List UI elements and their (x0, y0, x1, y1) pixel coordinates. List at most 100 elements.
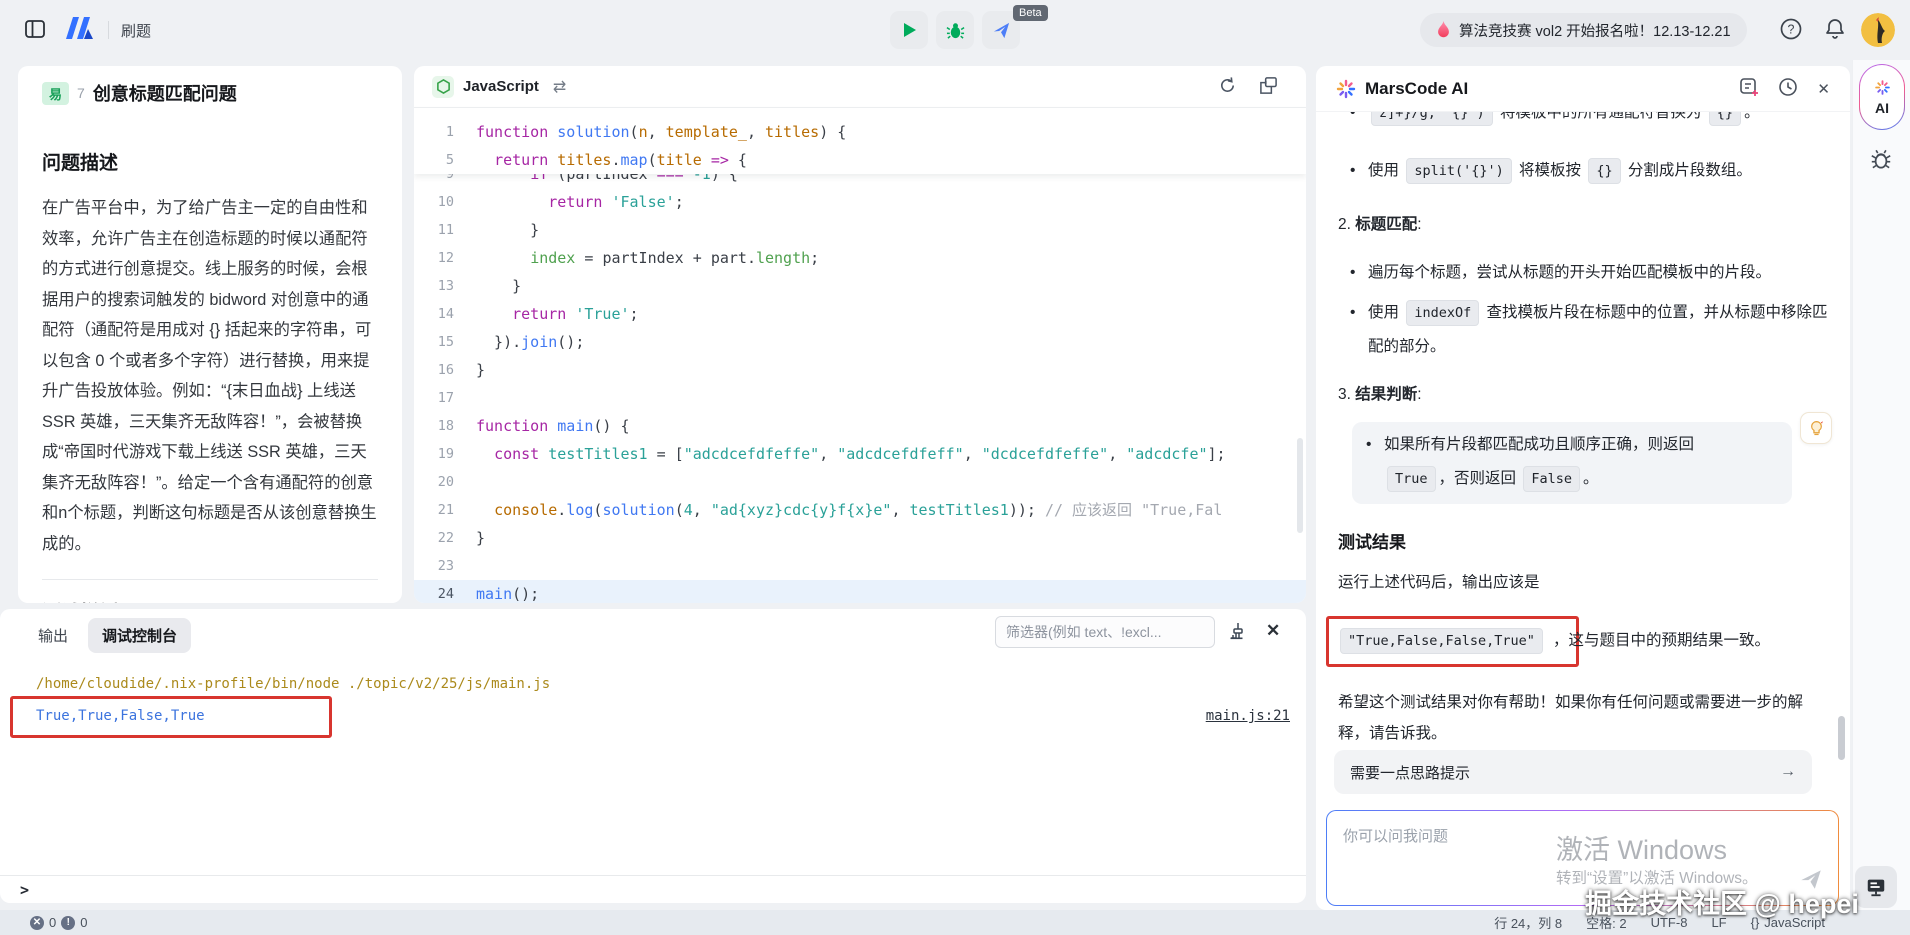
cursor-position[interactable]: 行 24，列 8 (1494, 913, 1562, 932)
reset-code-icon[interactable] (1218, 76, 1237, 98)
samples-heading: 测试样例 (42, 598, 378, 603)
ai-message-line: 使用 indexOf 查找模板片段在标题中的位置，并从标题中移除匹配的部分。 (1338, 296, 1828, 364)
sparkle-icon (1336, 79, 1356, 99)
nav-brushing-questions[interactable]: 刷题 (121, 20, 151, 41)
javascript-file-icon (432, 76, 454, 98)
history-icon[interactable] (1778, 77, 1798, 101)
code-line-1[interactable]: 1function solution(n, template_, titles)… (414, 118, 1306, 146)
code-area[interactable]: 1function solution(n, template_, titles)… (414, 108, 1306, 603)
ai-panel-title: MarsCode AI (1365, 79, 1468, 99)
line-number: 5 (424, 146, 476, 174)
console-command: /home/cloudide/.nix-profile/bin/node ./t… (36, 673, 1290, 695)
code-line-21[interactable]: 21 console.log(solution(4, "ad{xyz}cdc{y… (414, 496, 1306, 524)
code-line-19[interactable]: 19 const testTitles1 = ["adcdcefdfeffe",… (414, 440, 1306, 468)
tab-output[interactable]: 输出 (34, 618, 72, 653)
send-message-icon[interactable] (1798, 866, 1824, 895)
eol-setting[interactable]: LF (1711, 915, 1726, 930)
suggestion-chip[interactable]: 需要一点思路提示 → (1334, 750, 1812, 794)
inline-code-chip: split('{}') (1406, 158, 1511, 184)
announcement-banner[interactable]: 算法竞技赛 vol2 开始报名啦！12.13-12.21 (1420, 13, 1747, 47)
lightbulb-hint-icon[interactable] (1800, 412, 1832, 444)
ai-message-line: "True,False,False,True"，这与题目中的预期结果一致。 (1338, 616, 1828, 667)
editor-header: JavaScript ⇄ (414, 66, 1306, 108)
sidebar-toggle-icon[interactable] (22, 17, 48, 43)
code-line-14[interactable]: 14 return 'True'; (414, 300, 1306, 328)
line-number: 21 (424, 496, 476, 524)
line-number: 1 (424, 118, 476, 146)
indentation-setting[interactable]: 空格: 2 (1586, 913, 1626, 932)
line-number: 24 (424, 580, 476, 603)
chat-scrollbar[interactable] (1838, 716, 1845, 760)
code-line-16[interactable]: 16} (414, 356, 1306, 384)
inline-code-chip: {} (1709, 112, 1741, 126)
console-filter-input[interactable] (995, 616, 1215, 648)
test-result-heading: 测试结果 (1338, 528, 1828, 553)
code-line-24[interactable]: 24main(); (414, 580, 1306, 603)
code-line-23[interactable]: 23 (414, 552, 1306, 580)
ai-chat-input[interactable]: 你可以问我问题 (1326, 810, 1839, 906)
code-line-20[interactable]: 20 (414, 468, 1306, 496)
problems-indicator[interactable]: ✕ 0 ! 0 (30, 915, 87, 930)
braces-icon: {} (1751, 915, 1760, 930)
inline-code-chip: {} (1588, 158, 1620, 184)
compare-code-icon[interactable] (1259, 76, 1278, 98)
problem-panel: 易 7 创意标题匹配问题 问题描述 在广告平台中，为了给广告主一定的自由性和效率… (18, 66, 402, 603)
line-number: 12 (424, 244, 476, 272)
line-number: 22 (424, 524, 476, 552)
result-annotation-box: "True,False,False,True" (1326, 616, 1579, 667)
sticky-scroll-lines: 1function solution(n, template_, titles)… (414, 108, 1306, 174)
close-console-icon[interactable]: ✕ (1266, 621, 1280, 641)
line-number: 10 (424, 188, 476, 216)
marscode-ai-panel: MarsCode AI ✕ z]+}/g, '{}') 将模板中的所有通配符替换… (1316, 66, 1850, 910)
beta-badge: Beta (1013, 5, 1048, 21)
chat-input-placeholder: 你可以问我问题 (1343, 828, 1448, 845)
code-line-13[interactable]: 13 } (414, 272, 1306, 300)
line-number: 13 (424, 272, 476, 300)
ai-assistant-toggle[interactable]: AI (1859, 64, 1905, 130)
switch-language-icon[interactable]: ⇄ (553, 77, 566, 97)
svg-text:?: ? (1788, 23, 1795, 37)
new-chat-icon[interactable] (1739, 77, 1759, 101)
notifications-bell-icon[interactable] (1822, 17, 1848, 43)
clear-console-icon[interactable] (1228, 621, 1248, 644)
code-line-5[interactable]: 5 return titles.map(title => { (414, 146, 1306, 174)
difficulty-badge: 易 (42, 82, 69, 105)
suggestion-text: 需要一点思路提示 (1350, 762, 1470, 783)
divider (108, 21, 109, 39)
debug-repl-row[interactable]: > (0, 875, 1306, 903)
marscode-logo-icon[interactable] (60, 15, 96, 46)
ai-message-line: 使用 split('{}') 将模板按 {} 分割成片段数组。 (1338, 154, 1828, 188)
code-line-12[interactable]: 12 index = partIndex + part.length; (414, 244, 1306, 272)
code-line-10[interactable]: 10 return 'False'; (414, 188, 1306, 216)
help-icon[interactable]: ? (1778, 17, 1804, 43)
code-line-22[interactable]: 22} (414, 524, 1306, 552)
encoding-setting[interactable]: UTF-8 (1651, 915, 1688, 930)
console-source-link[interactable]: main.js:21 (1206, 705, 1290, 727)
language-mode[interactable]: {} JavaScript (1751, 915, 1825, 930)
code-line-15[interactable]: 15 }).join(); (414, 328, 1306, 356)
user-avatar[interactable] (1861, 13, 1895, 47)
code-line-9[interactable]: 9 if (partIndex === -1) { (414, 174, 1306, 188)
repl-prompt: > (20, 881, 29, 899)
warning-count: 0 (80, 915, 87, 930)
debug-tool-icon[interactable] (1868, 146, 1894, 175)
problem-title-row: 易 7 创意标题匹配问题 (42, 80, 378, 106)
inline-code-chip: z]+}/g, '{}') (1371, 112, 1493, 126)
line-number: 14 (424, 300, 476, 328)
highlighted-answer-block: 如果所有片段都匹配成功且顺序正确，则返回 True，否则返回 False。 (1352, 422, 1792, 504)
ai-message-line: 遍历每个标题，尝试从标题的开头开始匹配模板中的片段。 (1338, 256, 1828, 290)
code-line-11[interactable]: 11 } (414, 216, 1306, 244)
run-button[interactable] (890, 11, 928, 49)
editor-scrollbar[interactable] (1297, 438, 1303, 533)
code-line-17[interactable]: 17 (414, 384, 1306, 412)
error-count: 0 (49, 915, 56, 930)
debug-button[interactable] (936, 11, 974, 49)
ai-section-heading: 2. 标题匹配: (1338, 210, 1828, 240)
feedback-monitor-icon[interactable] (1855, 866, 1897, 908)
ai-panel-header: MarsCode AI ✕ (1316, 66, 1850, 112)
inline-code-chip: True (1387, 466, 1436, 492)
description-heading: 问题描述 (42, 148, 378, 175)
tab-debug-console[interactable]: 调试控制台 (88, 618, 191, 653)
close-panel-icon[interactable]: ✕ (1817, 80, 1830, 98)
code-line-18[interactable]: 18function main() { (414, 412, 1306, 440)
